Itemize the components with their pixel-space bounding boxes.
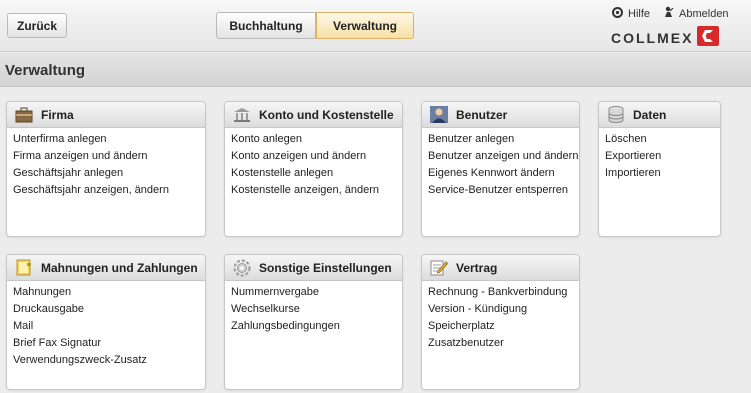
menu-item-benutzer-anlegen[interactable]: Benutzer anlegen [428, 131, 579, 148]
back-button[interactable]: Zurück [7, 13, 67, 38]
menu-item-loeschen[interactable]: Löschen [605, 131, 720, 148]
card-title: Benutzer [456, 107, 508, 122]
menu-item-exportieren[interactable]: Exportieren [605, 148, 720, 165]
contract-icon [430, 259, 448, 277]
help-label: Hilfe [628, 7, 651, 20]
card-header: Firma [7, 102, 205, 128]
tab-verwaltung[interactable]: Verwaltung [316, 12, 414, 39]
folder-icon [15, 259, 33, 277]
card-header: Daten [599, 102, 720, 128]
page-title: Verwaltung [5, 62, 86, 79]
logo-mark-icon [697, 26, 720, 49]
menu-item-unterfirma-anlegen[interactable]: Unterfirma anlegen [13, 131, 205, 148]
card-daten: Daten Löschen Exportieren Importieren [598, 101, 721, 237]
menu-item-kostenstelle-anzeigen[interactable]: Kostenstelle anzeigen, ändern [231, 182, 402, 199]
menu-item-speicherplatz[interactable]: Speicherplatz [428, 318, 579, 335]
bank-icon [233, 106, 251, 124]
menu-item-kennwort-aendern[interactable]: Eigenes Kennwort ändern [428, 165, 579, 182]
menu-item-zusatzbenutzer[interactable]: Zusatzbenutzer [428, 335, 579, 352]
menu-item-service-benutzer-entsperren[interactable]: Service-Benutzer entsperren [428, 182, 579, 199]
user-icon [430, 106, 448, 124]
logo-text: COLLMEX [611, 29, 694, 46]
card-firma: Firma Unterfirma anlegen Firma anzeigen … [6, 101, 206, 237]
card-title: Firma [41, 107, 74, 122]
help-icon [612, 6, 628, 21]
menu-item-zahlungsbedingungen[interactable]: Zahlungsbedingungen [231, 318, 402, 335]
menu-item-brief-fax-signatur[interactable]: Brief Fax Signatur [13, 335, 205, 352]
logout-label: Abmelden [679, 7, 729, 20]
card-title: Daten [633, 107, 667, 122]
top-header: Zurück Buchhaltung Verwaltung Hilfe Abme… [0, 0, 751, 52]
card-header: Benutzer [422, 102, 579, 128]
menu-item-rechnung-bankverbindung[interactable]: Rechnung - Bankverbindung [428, 284, 579, 301]
menu-item-mahnungen[interactable]: Mahnungen [13, 284, 205, 301]
logout-link[interactable]: Abmelden [664, 6, 729, 21]
menu-item-konto-anzeigen[interactable]: Konto anzeigen und ändern [231, 148, 402, 165]
menu-item-geschaeftsjahr-anlegen[interactable]: Geschäftsjahr anlegen [13, 165, 205, 182]
card-vertrag: Vertrag Rechnung - Bankverbindung Versio… [421, 254, 580, 390]
gear-icon [233, 259, 251, 277]
collmex-logo: COLLMEX [611, 26, 720, 49]
menu-item-mail[interactable]: Mail [13, 318, 205, 335]
card-title: Konto und Kostenstelle [259, 107, 394, 122]
logout-icon [664, 6, 679, 21]
card-title: Sonstige Einstellungen [259, 260, 392, 275]
card-header: Sonstige Einstellungen [225, 255, 402, 281]
company-icon [15, 106, 33, 124]
card-header: Vertrag [422, 255, 579, 281]
menu-item-konto-anlegen[interactable]: Konto anlegen [231, 131, 402, 148]
card-header: Mahnungen und Zahlungen [7, 255, 205, 281]
help-link[interactable]: Hilfe [612, 6, 651, 21]
top-links: Hilfe Abmelden [612, 6, 729, 21]
tab-buchhaltung[interactable]: Buchhaltung [216, 12, 316, 39]
card-sonstige-einstellungen: Sonstige Einstellungen Nummernvergabe We… [224, 254, 403, 390]
menu-item-version-kuendigung[interactable]: Version - Kündigung [428, 301, 579, 318]
card-title: Mahnungen und Zahlungen [41, 260, 198, 275]
menu-item-kostenstelle-anlegen[interactable]: Kostenstelle anlegen [231, 165, 402, 182]
menu-item-geschaeftsjahr-anzeigen[interactable]: Geschäftsjahr anzeigen, ändern [13, 182, 205, 199]
card-header: Konto und Kostenstelle [225, 102, 402, 128]
menu-item-wechselkurse[interactable]: Wechselkurse [231, 301, 402, 318]
menu-item-verwendungszweck-zusatz[interactable]: Verwendungszweck-Zusatz [13, 352, 205, 369]
card-benutzer: Benutzer Benutzer anlegen Benutzer anzei… [421, 101, 580, 237]
menu-item-druckausgabe[interactable]: Druckausgabe [13, 301, 205, 318]
card-konto-kostenstelle: Konto und Kostenstelle Konto anlegen Kon… [224, 101, 403, 237]
menu-item-firma-anzeigen[interactable]: Firma anzeigen und ändern [13, 148, 205, 165]
menu-item-benutzer-anzeigen[interactable]: Benutzer anzeigen und ändern [428, 148, 579, 165]
menu-item-nummernvergabe[interactable]: Nummernvergabe [231, 284, 402, 301]
page-title-bar: Verwaltung [0, 53, 751, 87]
menu-item-importieren[interactable]: Importieren [605, 165, 720, 182]
card-mahnungen-zahlungen: Mahnungen und Zahlungen Mahnungen Drucka… [6, 254, 206, 390]
database-icon [607, 106, 625, 124]
card-title: Vertrag [456, 260, 498, 275]
